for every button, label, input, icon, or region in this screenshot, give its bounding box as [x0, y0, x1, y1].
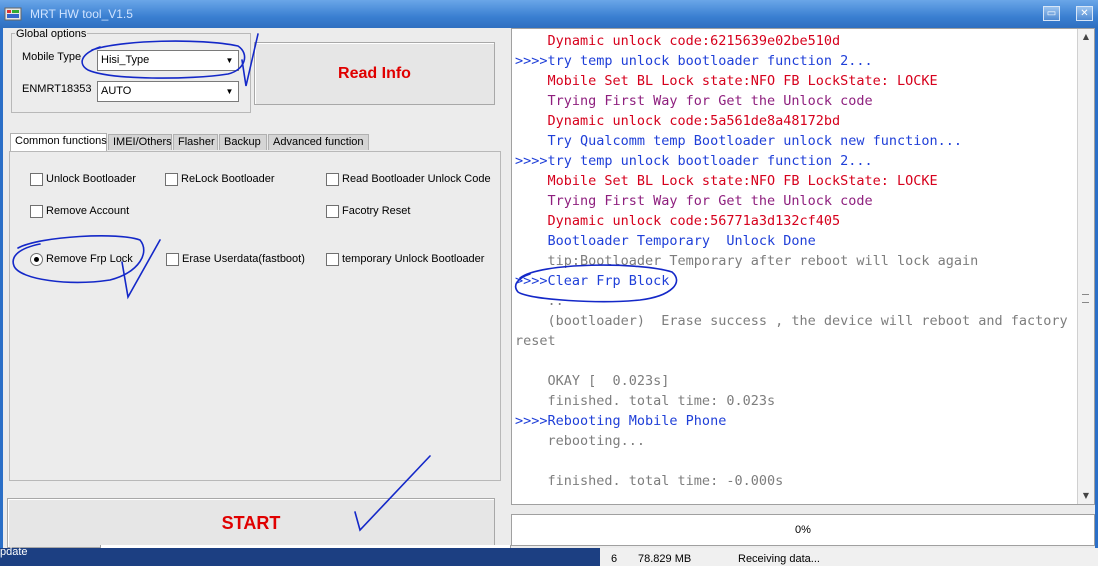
progress-bar: 0%	[511, 514, 1095, 546]
log-line: rebooting...	[515, 433, 646, 449]
log-line: Mobile Set BL Lock state:NFO FB LockStat…	[515, 173, 938, 189]
log-lines: Dynamic unlock code:6215639e02be510d >>>>…	[515, 31, 1075, 491]
mobile-type-label: Mobile Type	[22, 51, 82, 63]
client-area: Global options Mobile Type Hisi_Type ▼ E…	[3, 28, 1095, 554]
tab-advanced-function[interactable]: Advanced function	[268, 134, 369, 150]
tab-common-functions[interactable]: Common functions	[10, 133, 107, 151]
scroll-up-icon[interactable]: ▲	[1079, 29, 1093, 45]
title-bar[interactable]: MRT HW tool_V1.5 ▭ ✕	[0, 0, 1098, 28]
enmrt-label: ENMRT18353	[22, 83, 92, 95]
scroll-down-icon[interactable]: ▼	[1079, 488, 1093, 504]
chevron-down-icon[interactable]: ▼	[222, 52, 237, 69]
window-title: MRT HW tool_V1.5	[30, 7, 133, 21]
minimize-button[interactable]: ▭	[1043, 6, 1060, 21]
app-icon	[4, 7, 22, 21]
read-info-button[interactable]: Read Info	[254, 42, 495, 105]
row-size: 78.829 MB	[638, 553, 692, 565]
log-line: Dynamic unlock code:56771a3d132cf405	[515, 213, 841, 229]
tab-imei-others[interactable]: IMEI/Others	[108, 134, 172, 150]
log-line: >>>>Rebooting Mobile Phone	[515, 413, 727, 429]
log-line: Dynamic unlock code:6215639e02be510d	[515, 33, 841, 49]
start-button[interactable]: START	[7, 498, 495, 548]
log-line: Trying First Way for Get the Unlock code	[515, 193, 873, 209]
log-line: OKAY [ 0.023s]	[515, 373, 670, 389]
log-line: >>>>try temp unlock bootloader function …	[515, 153, 873, 169]
background-transfer-row: 6 78.829 MB Receiving data...	[600, 548, 1098, 566]
row-status: Receiving data...	[738, 553, 820, 565]
log-line: Mobile Set BL Lock state:NFO FB LockStat…	[515, 73, 938, 89]
log-line: ..	[515, 293, 564, 309]
mobile-type-select[interactable]: Hisi_Type ▼	[97, 50, 239, 71]
app-window: MRT HW tool_V1.5 ▭ ✕ Global options Mobi…	[0, 0, 1098, 566]
log-line: tip:Bootloader Temporary after reboot wi…	[515, 253, 979, 269]
progress-percent: 0%	[795, 524, 811, 536]
log-line: finished. total time: -0.000s	[515, 473, 784, 489]
log-line: Try Qualcomm temp Bootloader unlock new …	[515, 133, 963, 149]
enmrt-select[interactable]: AUTO ▼	[97, 81, 239, 102]
global-options-legend: Global options	[15, 28, 88, 40]
log-line: Dynamic unlock code:5a561de8a48172bd	[515, 113, 841, 129]
common-functions-page: Unlock Bootloader ReLock Bootloader Read…	[9, 151, 501, 481]
background-left-text: pdate	[0, 546, 28, 558]
log-line: Trying First Way for Get the Unlock code	[515, 93, 873, 109]
tab-backup[interactable]: Backup	[219, 134, 267, 150]
tab-flasher[interactable]: Flasher	[173, 134, 218, 150]
close-icon: ✕	[1080, 8, 1089, 19]
log-output[interactable]: Dynamic unlock code:6215639e02be510d >>>>…	[511, 28, 1095, 505]
log-line: >>>>try temp unlock bootloader function …	[515, 53, 873, 69]
chevron-down-icon[interactable]: ▼	[222, 83, 237, 100]
log-scrollbar[interactable]: ▲ ▼	[1077, 29, 1094, 504]
scroll-thumb[interactable]	[1082, 294, 1089, 303]
global-options-group: Global options Mobile Type Hisi_Type ▼ E…	[11, 28, 251, 113]
log-line: Bootloader Temporary Unlock Done	[515, 233, 816, 249]
close-button[interactable]: ✕	[1076, 6, 1093, 21]
background-window-left	[0, 548, 600, 566]
log-line: >>>>Clear Frp Block	[515, 273, 670, 289]
minimize-icon: ▭	[1046, 8, 1057, 19]
mobile-type-value: Hisi_Type	[101, 54, 150, 66]
log-line: (bootloader) Erase success , the device …	[515, 313, 1068, 329]
row-index: 6	[611, 553, 618, 565]
log-line: finished. total time: 0.023s	[515, 393, 776, 409]
enmrt-value: AUTO	[101, 85, 132, 97]
log-line: reset	[515, 333, 556, 349]
